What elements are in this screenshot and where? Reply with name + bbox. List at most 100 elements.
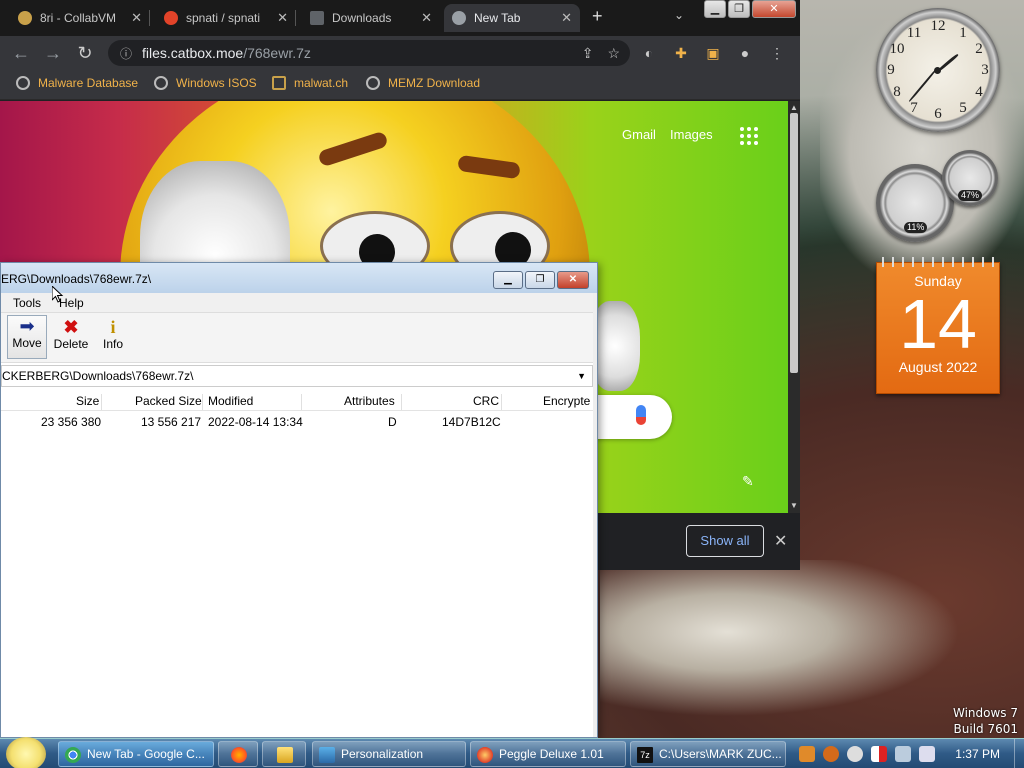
move-button[interactable]: ➡ Move	[7, 315, 47, 359]
delete-button[interactable]: ✖ Delete	[51, 317, 91, 351]
minimize-button[interactable]: ▁	[704, 0, 726, 18]
clock-gadget[interactable]: 12 1 2 3 4 5 6 7 8 9 10 11	[876, 8, 1000, 132]
microphone-icon[interactable]	[636, 405, 646, 425]
bookmark-windows-isos[interactable]: Windows ISOS	[154, 76, 257, 90]
show-desktop-button[interactable]	[1014, 739, 1024, 768]
firefox-icon	[231, 747, 247, 763]
start-button[interactable]	[6, 737, 46, 768]
folder-icon	[277, 747, 293, 763]
path-combobox[interactable]: CKERBERG\Downloads\768ewr.7z\ ▼	[1, 365, 593, 387]
new-tab-button[interactable]: +	[592, 6, 603, 27]
system-tray: 1:37 PM	[795, 739, 1024, 768]
gitlab-icon	[164, 11, 178, 25]
tab-downloads[interactable]: Downloads ✕	[302, 4, 440, 32]
cpu-meter-gadget[interactable]: 11% 47%	[876, 150, 1000, 242]
cpu-percent: 11%	[904, 222, 928, 233]
gmail-link[interactable]: Gmail	[622, 127, 656, 142]
extensions-icon[interactable]: ✚	[672, 44, 690, 62]
tray-smiley-icon[interactable]	[847, 746, 864, 762]
network-icon[interactable]	[895, 746, 912, 762]
tab-label: 8ri - CollabVM	[40, 11, 117, 25]
address-bar[interactable]: ⓘ files.catbox.moe/768ewr.7z ⇪ ☆	[108, 40, 630, 66]
globe-icon	[154, 76, 168, 90]
taskbar-item-peggle[interactable]: Peggle Deluxe 1.01	[470, 741, 626, 767]
column-encrypted[interactable]: Encrypte	[543, 394, 590, 408]
share-icon[interactable]: ⇪	[582, 45, 594, 62]
tab-search-icon[interactable]: ⌄	[674, 8, 684, 22]
column-size[interactable]: Size	[76, 394, 99, 408]
close-tab-icon[interactable]: ✕	[561, 10, 572, 26]
tab-spnati[interactable]: spnati / spnati ✕	[156, 4, 296, 32]
dropdown-arrow-icon[interactable]: ▼	[577, 366, 586, 386]
taskbar: New Tab - Google C... Personalization Pe…	[0, 737, 1024, 768]
close-tab-icon[interactable]: ✕	[131, 10, 142, 26]
malwatch-icon	[272, 76, 286, 90]
info-button[interactable]: i Info	[93, 317, 133, 351]
bookmark-malware-database[interactable]: Malware Database	[16, 76, 138, 90]
collabvm-icon	[18, 11, 32, 25]
close-button[interactable]: ✕	[557, 271, 589, 289]
action-center-flag-icon[interactable]	[871, 746, 888, 762]
peggle-icon	[477, 747, 493, 763]
back-button[interactable]: ←	[10, 42, 32, 64]
tab-collabvm[interactable]: 8ri - CollabVM ✕	[10, 4, 150, 32]
mouse-cursor-icon	[52, 286, 64, 303]
tab-label: Downloads	[332, 11, 392, 25]
chrome-icon	[452, 11, 466, 25]
tab-label: spnati / spnati	[186, 11, 261, 25]
reload-button[interactable]: ↻	[74, 42, 96, 64]
menu-bar: Tools Help	[1, 293, 597, 313]
clock-time[interactable]: 1:37 PM	[955, 747, 1000, 761]
tab-label: New Tab	[474, 11, 521, 25]
column-packed-size[interactable]: Packed Size	[135, 394, 202, 408]
chrome-icon	[65, 747, 81, 763]
side-panel-icon[interactable]: ▣	[704, 44, 722, 62]
taskbar-item-7zip[interactable]: 7z C:\Users\MARK ZUC...	[630, 741, 786, 767]
profile-flag-icon[interactable]: ◐	[640, 44, 658, 62]
close-tab-icon[interactable]: ✕	[277, 10, 288, 26]
url-path: /768ewr.7z	[243, 45, 311, 61]
file-row[interactable]: 23 356 380 13 556 217 2022-08-14 13:34 D…	[1, 413, 593, 431]
info-icon[interactable]: ⓘ	[120, 45, 132, 62]
tab-new-tab[interactable]: New Tab ✕	[444, 4, 580, 32]
tray-app-icon[interactable]	[799, 746, 816, 762]
7zip-title-bar[interactable]: ERG\Downloads\768ewr.7z\ ▁ ❐ ✕	[1, 263, 597, 293]
info-i-icon: i	[110, 317, 116, 337]
windows-version-watermark: Windows 7 Build 7601	[952, 706, 1018, 736]
show-all-downloads-button[interactable]: Show all	[686, 525, 764, 557]
account-avatar-icon[interactable]: ●	[736, 44, 754, 62]
volume-icon[interactable]	[919, 746, 936, 762]
customize-pencil-icon[interactable]: ✎	[742, 473, 754, 490]
bookmark-star-icon[interactable]: ☆	[607, 45, 620, 62]
close-download-bar-icon[interactable]: ✕	[774, 531, 787, 551]
delete-x-icon: ✖	[63, 317, 79, 337]
taskbar-item-personalization[interactable]: Personalization	[312, 741, 466, 767]
close-tab-icon[interactable]: ✕	[421, 10, 432, 26]
page-scrollbar[interactable]: ▲ ▼	[788, 101, 800, 513]
memory-percent: 47%	[958, 190, 983, 201]
taskbar-item-explorer[interactable]	[262, 741, 306, 767]
minimize-button[interactable]: ▁	[493, 271, 523, 289]
taskbar-item-chrome[interactable]: New Tab - Google C...	[58, 741, 214, 767]
google-search-box[interactable]	[596, 395, 672, 439]
images-link[interactable]: Images	[670, 127, 713, 142]
tray-search-icon[interactable]	[823, 746, 840, 762]
menu-tools[interactable]: Tools	[13, 296, 41, 310]
forward-button[interactable]: →	[42, 42, 64, 64]
bookmark-memz-download[interactable]: MEMZ Download	[366, 76, 480, 90]
maximize-button[interactable]: ❐	[728, 0, 750, 18]
taskbar-item-firefox[interactable]	[218, 741, 258, 767]
bookmark-malwatch[interactable]: malwat.ch	[272, 76, 348, 90]
maximize-button[interactable]: ❐	[525, 271, 555, 289]
column-modified[interactable]: Modified	[208, 394, 253, 408]
browser-toolbar: ← → ↻ ⓘ files.catbox.moe/768ewr.7z ⇪ ☆ ◐…	[0, 36, 800, 70]
close-window-button[interactable]: ✕	[752, 0, 796, 18]
7zip-toolbar: ➡ Move ✖ Delete i Info	[1, 313, 597, 363]
calendar-gadget[interactable]: Sunday 14 August 2022	[876, 257, 1000, 394]
column-crc[interactable]: CRC	[473, 394, 499, 408]
menu-kebab-icon[interactable]: ⋮	[768, 44, 786, 62]
globe-icon	[366, 76, 380, 90]
google-apps-icon[interactable]	[740, 127, 758, 145]
column-attributes[interactable]: Attributes	[344, 394, 395, 408]
downloads-icon	[310, 11, 324, 25]
